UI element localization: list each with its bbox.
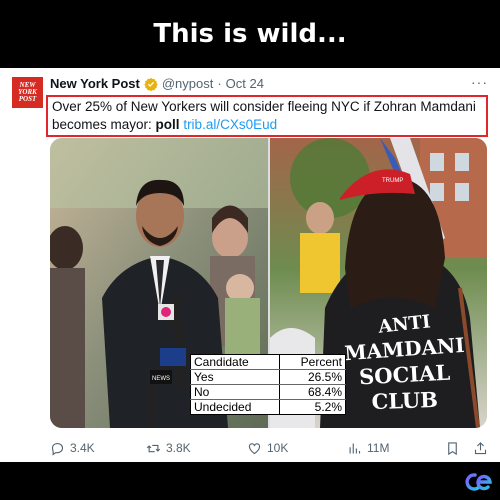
poll-results-table: Candidate Percent Yes 26.5% No 68.4% Und…: [190, 354, 346, 415]
like-button[interactable]: 10K: [247, 441, 288, 456]
table-cell-candidate: Undecided: [194, 400, 252, 414]
shirt-text-line: SOCIAL: [358, 360, 450, 390]
tweet-text-highlight: Over 25% of New Yorkers will consider fl…: [46, 95, 488, 137]
reply-count: 3.4K: [70, 441, 95, 455]
tweet-card[interactable]: NEW YORK POST New York Post @nypost · Oc…: [0, 68, 500, 462]
repost-button[interactable]: 3.8K: [146, 441, 191, 456]
views-count: 11M: [367, 441, 390, 455]
avatar-text-line: POST: [18, 95, 37, 103]
tweet-actions-bar: 3.4K 3.8K 10K 11M: [50, 440, 490, 456]
table-cell-percent: 5.2%: [278, 399, 346, 415]
avatar[interactable]: NEW YORK POST: [12, 77, 43, 108]
column-header-candidate: Candidate: [190, 354, 279, 370]
table-row: Yes 26.5%: [190, 369, 346, 385]
author-name[interactable]: New York Post: [50, 76, 140, 91]
tweet-link[interactable]: trib.al/CXs0Eud: [183, 117, 277, 132]
share-button[interactable]: [473, 441, 488, 456]
hat-text: TRUMP: [382, 178, 403, 184]
table-row: Undecided 5.2%: [191, 399, 346, 415]
mic-flag-label: NEWS: [152, 376, 170, 382]
views-button[interactable]: 11M: [347, 441, 389, 456]
repost-icon: [146, 444, 161, 452]
table-cell-percent: 68.4%: [278, 384, 346, 400]
separator-dot: ·: [217, 76, 222, 91]
column-header-percent: Percent: [278, 354, 346, 370]
table-cell-percent: 26.5%: [278, 369, 346, 385]
share-icon: [474, 441, 487, 454]
reply-icon: [51, 442, 64, 456]
views-icon: [349, 443, 361, 453]
author-handle[interactable]: @nypost: [162, 76, 214, 91]
tweet-header: New York Post @nypost · Oct 24: [50, 76, 264, 91]
tweet-media[interactable]: NEWS TRUMP ANTI MAMDANI SOCIAL CLUB Cand…: [50, 138, 487, 428]
tweet-date[interactable]: Oct 24: [226, 76, 264, 91]
table-header-row: Candidate Percent: [190, 354, 346, 370]
reply-button[interactable]: 3.4K: [50, 441, 95, 456]
verified-badge-icon: [144, 77, 158, 91]
bookmark-button[interactable]: [445, 441, 460, 456]
brand-logo-icon: [465, 473, 492, 491]
table-cell-candidate: Yes: [190, 369, 279, 385]
shirt-text-line: CLUB: [371, 387, 438, 414]
heart-icon: [248, 442, 261, 454]
tweet-text-bold: poll: [155, 117, 180, 132]
bookmark-icon: [448, 441, 457, 455]
table-row: No 68.4%: [190, 384, 346, 400]
page-headline: This is wild...: [153, 19, 347, 49]
repost-count: 3.8K: [166, 441, 191, 455]
table-cell-candidate: No: [190, 384, 279, 400]
like-count: 10K: [267, 441, 289, 455]
more-options-icon[interactable]: ···: [471, 74, 488, 90]
